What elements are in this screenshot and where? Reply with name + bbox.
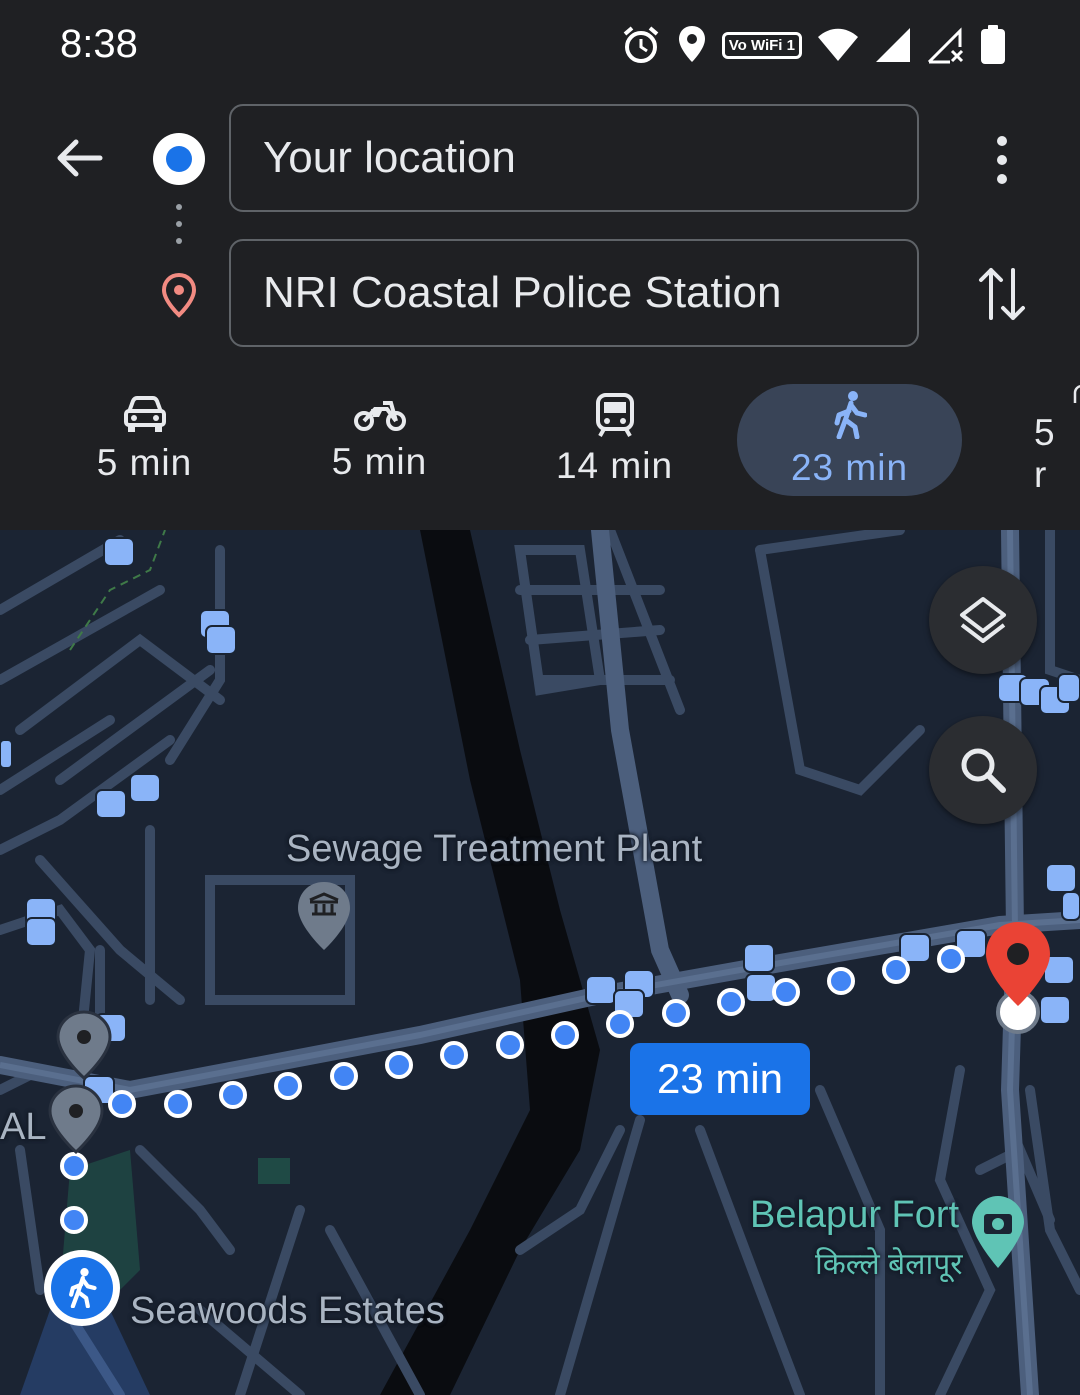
more-options-icon[interactable] — [988, 136, 1016, 184]
layers-button[interactable] — [929, 566, 1037, 674]
walking-icon — [834, 391, 867, 439]
mode-walking-label: 23 min — [790, 447, 909, 488]
origin-text: Your location — [263, 133, 516, 182]
route-connector-dots — [176, 204, 184, 250]
battery-icon — [981, 25, 1005, 64]
route-eta-text: 23 min — [656, 1055, 784, 1102]
status-bar: 8:38 Vo WiFi 1 — [0, 0, 1080, 92]
status-icons: Vo WiFi 1 — [620, 24, 1006, 66]
signal-no-service-icon — [927, 27, 964, 64]
status-time: 8:38 — [60, 22, 138, 66]
search-icon — [961, 748, 1006, 793]
alarm-icon — [623, 26, 659, 63]
mode-transit[interactable]: 14 min — [502, 384, 727, 496]
transit-icon — [595, 393, 634, 437]
walking-person-icon — [69, 1268, 97, 1308]
destination-text: NRI Coastal Police Station — [263, 268, 782, 317]
origin-dot-icon — [153, 133, 205, 185]
search-along-route-button[interactable] — [929, 716, 1037, 824]
mode-two-wheeler[interactable]: 5 min — [267, 384, 492, 496]
layers-icon — [960, 597, 1006, 643]
location-icon — [678, 26, 705, 62]
rideshare-icon — [1073, 384, 1080, 403]
mode-transit-label: 14 min — [555, 445, 674, 486]
wifi-icon — [818, 28, 858, 61]
swap-icon[interactable] — [975, 264, 1029, 324]
route-eta-bubble[interactable]: 23 min — [630, 1043, 810, 1115]
vowifi-icon: Vo WiFi 1 — [721, 31, 802, 59]
place-label-edge: AL — [0, 1106, 47, 1148]
motorcycle-icon — [353, 401, 406, 431]
current-location-walker[interactable] — [44, 1250, 120, 1326]
car-icon — [123, 396, 166, 432]
map-view[interactable]: Sewage Treatment Plant AL Seawoods Estat… — [0, 530, 1080, 1395]
origin-field[interactable]: Your location — [229, 104, 919, 212]
place-label-estates[interactable]: Seawoods Estates — [130, 1290, 445, 1333]
place-label-fort[interactable]: Belapur Fort — [750, 1194, 959, 1237]
directions-header: Your location NRI Coastal Police Station… — [0, 92, 1080, 530]
signal-icon — [876, 28, 910, 62]
mode-rideshare-label: 5 r — [1034, 412, 1056, 495]
mode-rideshare[interactable]: 5 r — [972, 384, 1080, 496]
place-label-fort-local: किल्ले बेलापूर — [815, 1248, 963, 1281]
mode-walking[interactable]: 23 min — [737, 384, 962, 496]
place-label-sewage[interactable]: Sewage Treatment Plant — [286, 828, 702, 871]
mode-driving-label: 5 min — [96, 442, 193, 483]
back-arrow-icon[interactable] — [52, 132, 104, 184]
destination-field[interactable]: NRI Coastal Police Station — [229, 239, 919, 347]
travel-mode-tabs: 5 min 5 min 14 min 23 min 5 r — [0, 384, 1080, 496]
mode-two-wheeler-label: 5 min — [331, 441, 428, 482]
destination-pin-icon — [161, 272, 197, 318]
mode-driving[interactable]: 5 min — [32, 384, 257, 496]
